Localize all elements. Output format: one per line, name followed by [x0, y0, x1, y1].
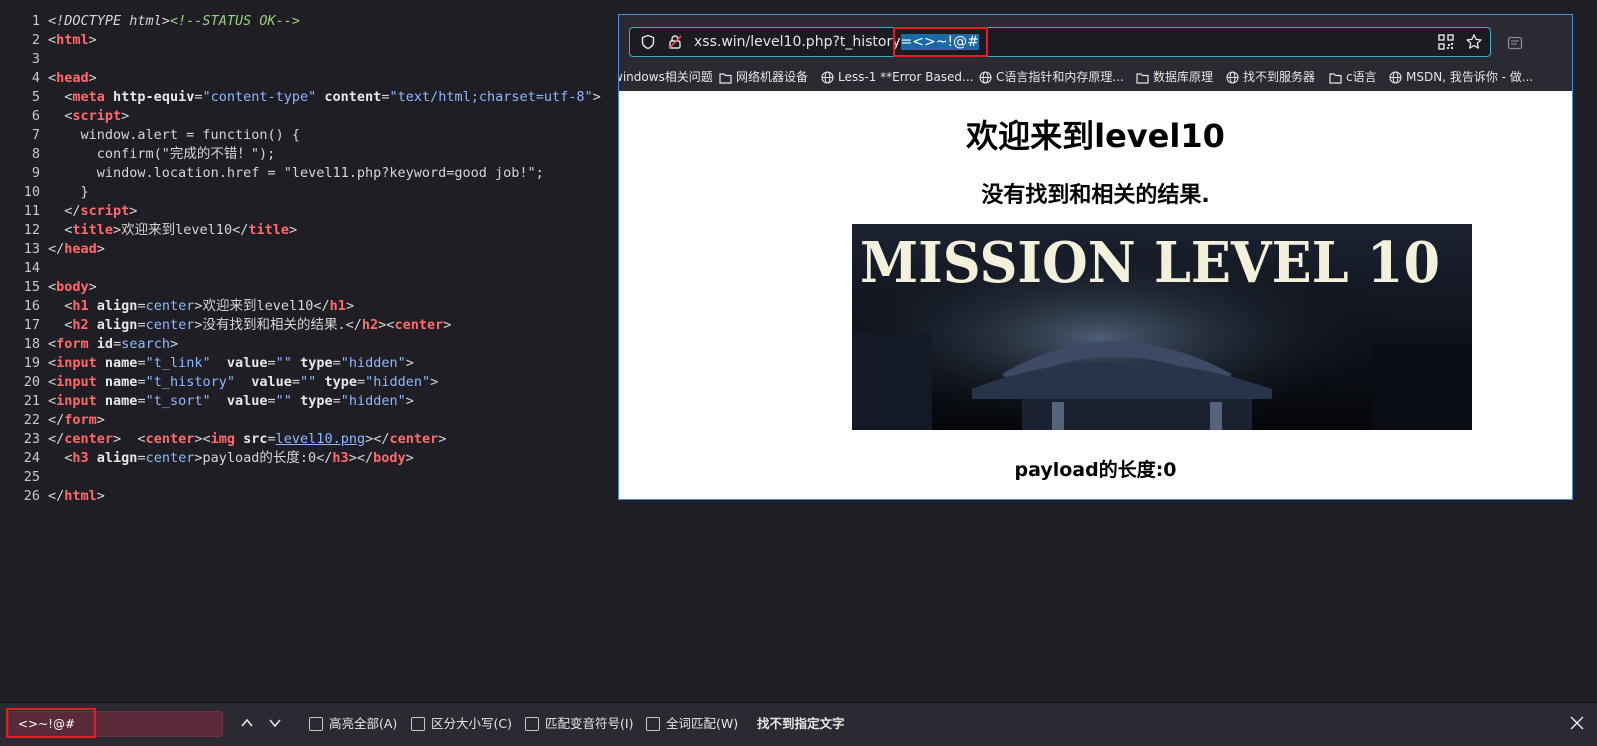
source-line: 1 <!DOCTYPE html><!--STATUS OK--> [31, 13, 300, 29]
source-line: 26 </html> [23, 488, 105, 504]
highlight-box [893, 27, 988, 57]
payload-length-heading: payload的长度:0 [1014, 459, 1177, 481]
bookmark-item[interactable]: C语言指针和内存原理... [979, 68, 1124, 86]
checkbox-icon [646, 717, 660, 731]
checkbox-icon [411, 717, 425, 731]
source-line: 18 <form id=search> [23, 336, 179, 352]
source-line: 5 <meta http-equiv="content-type" conten… [31, 89, 601, 105]
source-line: 7 window.alert = function() { [31, 127, 300, 143]
source-line: 24 <h3 align=center>payload的长度:0</h3></b… [23, 450, 414, 466]
page-heading: 欢迎来到level10 [966, 117, 1225, 155]
bookmark-item[interactable]: Less-1 **Error Based... [821, 68, 974, 86]
page-subheading: 没有找到和相关的结果. [981, 183, 1210, 208]
highlight-all-checkbox[interactable]: 高亮全部(A) [309, 715, 397, 733]
close-icon[interactable] [1569, 715, 1585, 731]
image-title-text: MISSION LEVEL 10 [860, 230, 1440, 296]
qr-code-icon[interactable] [1438, 34, 1454, 50]
source-line: 21 <input name="t_sort" value="" type="hi… [23, 393, 414, 409]
source-line: 9 window.location.href = "level11.php?ke… [31, 165, 544, 181]
source-line: 23 </center> <center><img src=level10.png… [23, 431, 447, 447]
find-next-icon[interactable] [267, 715, 283, 731]
match-diacritics-checkbox[interactable]: 匹配变音符号(I) [525, 715, 633, 733]
highlight-box [6, 708, 96, 738]
bookmark-folder[interactable]: c语言 [1329, 68, 1377, 86]
folder-icon [1329, 73, 1342, 84]
globe-icon [1226, 71, 1239, 84]
source-line: 22 </form> [23, 412, 105, 428]
shield-icon[interactable] [640, 34, 656, 50]
whole-words-checkbox[interactable]: 全词匹配(W) [646, 715, 738, 733]
address-bar[interactable]: xss.win/level10.php?t_history=<>~!@# [629, 27, 1491, 57]
source-text: <!DOCTYPE html> [48, 13, 170, 29]
source-line: 2 <html> [31, 32, 97, 48]
source-line: 13 </head> [23, 241, 105, 257]
source-line: 3 [31, 51, 40, 67]
find-previous-icon[interactable] [239, 715, 255, 731]
source-line: 16 <h1 align=center>欢迎来到level10</h1> [23, 298, 355, 314]
bookmark-folder[interactable]: 网络机器设备 [719, 68, 808, 86]
checkbox-icon [525, 717, 539, 731]
checkbox-icon [309, 717, 323, 731]
source-line: 15 <body> [23, 279, 97, 295]
reader-view-icon[interactable] [1507, 35, 1523, 51]
globe-icon [821, 71, 834, 84]
source-line: 25 [23, 469, 40, 485]
bookmarks-toolbar: windows相关问题 网络机器设备 Less-1 **Error Based.… [619, 65, 1572, 89]
match-case-checkbox[interactable]: 区分大小写(C) [411, 715, 512, 733]
source-line: 17 <h2 align=center>没有找到和相关的结果.</h2><cen… [23, 317, 452, 333]
globe-icon [1389, 71, 1402, 84]
source-comment: <!--STATUS OK--> [169, 13, 300, 29]
bookmark-item[interactable]: windows相关问题 [619, 68, 713, 86]
source-line: 11 </script> [23, 203, 138, 219]
globe-icon [979, 71, 992, 84]
browser-window: xss.win/level10.php?t_history=<>~!@# win… [618, 14, 1573, 500]
find-bar: <>~!@# 高亮全部(A) 区分大小写(C) 匹配变音符号(I) 全词匹配(W… [0, 702, 1597, 746]
find-status: 找不到指定文字 [757, 716, 845, 731]
folder-icon [1136, 73, 1149, 84]
source-line: 6 <script> [31, 108, 130, 124]
mission-level-image: MISSION LEVEL 10 [852, 224, 1472, 430]
insecure-lock-icon[interactable] [667, 34, 683, 50]
web-page-content: 欢迎来到level10 没有找到和相关的结果. MISSION LEVEL 10… [619, 91, 1572, 499]
source-line: 12 <title>欢迎来到level10</title> [23, 222, 298, 238]
source-line: 8 confirm("完成的不错！"); [31, 146, 276, 162]
bookmark-folder[interactable]: 数据库原理 [1136, 68, 1213, 86]
folder-icon [719, 73, 732, 84]
source-line: 20 <input name="t_history" value="" type=… [23, 374, 439, 390]
bookmark-star-icon[interactable] [1465, 33, 1483, 51]
bookmark-item[interactable]: 找不到服务器 [1226, 68, 1315, 86]
image-source-link[interactable]: level10.png [276, 431, 365, 447]
source-line: 4 <head> [31, 70, 97, 86]
bookmark-item[interactable]: MSDN, 我告诉你 - 做... [1389, 68, 1533, 86]
source-line: 14 [23, 260, 40, 276]
source-line: 10 } [23, 184, 89, 200]
source-line: 19 <input name="t_link" value="" type="hi… [23, 355, 414, 371]
